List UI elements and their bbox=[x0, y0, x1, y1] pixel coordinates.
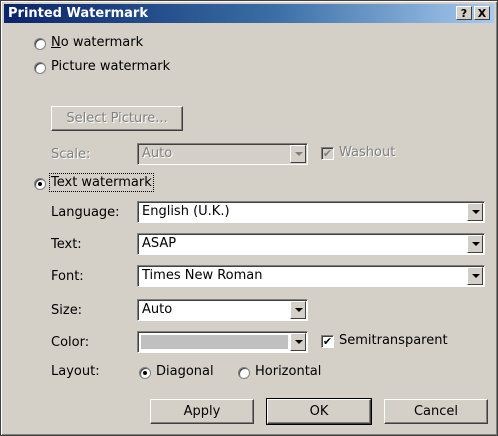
horizontal-radio[interactable] bbox=[238, 367, 250, 379]
window-title: Printed Watermark bbox=[8, 6, 148, 21]
ok-button[interactable]: OK bbox=[266, 398, 372, 425]
semitransparent-label[interactable]: Semitransparent bbox=[339, 333, 448, 348]
close-button[interactable]: X bbox=[474, 6, 490, 20]
no-watermark-radio[interactable] bbox=[34, 38, 46, 50]
language-dropdown[interactable]: English (U.K.) bbox=[137, 201, 485, 223]
font-label: Font: bbox=[51, 269, 84, 284]
text-label: Text: bbox=[51, 237, 82, 252]
scale-label: Scale: bbox=[51, 147, 91, 162]
washout-checkbox[interactable]: ✔ bbox=[321, 147, 334, 160]
size-label: Size: bbox=[51, 303, 83, 318]
text-value: ASAP bbox=[142, 236, 177, 251]
layout-label: Layout: bbox=[51, 364, 100, 379]
text-dropdown[interactable]: ASAP bbox=[137, 233, 485, 255]
font-value: Times New Roman bbox=[142, 268, 263, 283]
no-watermark-label[interactable]: No watermark bbox=[51, 35, 143, 50]
help-button[interactable]: ? bbox=[456, 6, 472, 20]
semitransparent-checkbox[interactable]: ✔ bbox=[321, 335, 334, 348]
no-watermark-label-rest: o watermark bbox=[60, 35, 144, 50]
select-picture-button[interactable]: Select Picture... bbox=[51, 106, 183, 131]
apply-button[interactable]: Apply bbox=[150, 399, 254, 424]
scale-value: Auto bbox=[142, 146, 173, 161]
cancel-button[interactable]: Cancel bbox=[384, 399, 488, 424]
text-watermark-radio[interactable] bbox=[34, 178, 46, 190]
washout-label: Washout bbox=[339, 145, 396, 160]
text-watermark-label[interactable]: Text watermark bbox=[49, 173, 154, 192]
chevron-down-icon[interactable] bbox=[467, 267, 483, 285]
chevron-down-icon[interactable] bbox=[467, 203, 483, 221]
chevron-down-icon[interactable] bbox=[290, 301, 306, 319]
size-value: Auto bbox=[142, 302, 173, 317]
diagonal-label[interactable]: Diagonal bbox=[156, 364, 214, 379]
horizontal-label[interactable]: Horizontal bbox=[255, 364, 321, 379]
diagonal-radio[interactable] bbox=[139, 367, 151, 379]
color-label: Color: bbox=[51, 335, 90, 350]
font-dropdown[interactable]: Times New Roman bbox=[137, 265, 485, 287]
language-label: Language: bbox=[51, 205, 120, 220]
chevron-down-icon[interactable] bbox=[467, 235, 483, 253]
title-bar[interactable]: Printed Watermark ? X bbox=[4, 4, 494, 23]
picture-watermark-label[interactable]: Picture watermark bbox=[51, 59, 170, 74]
picture-watermark-radio[interactable] bbox=[34, 62, 46, 74]
scale-dropdown[interactable]: Auto bbox=[137, 143, 308, 165]
printed-watermark-dialog: Printed Watermark ? X No watermark Pictu… bbox=[0, 0, 498, 436]
chevron-down-icon[interactable] bbox=[290, 333, 306, 351]
no-watermark-label-mnemonic: N bbox=[51, 35, 61, 50]
size-dropdown[interactable]: Auto bbox=[137, 299, 308, 321]
color-dropdown[interactable] bbox=[137, 331, 308, 353]
chevron-down-icon[interactable] bbox=[290, 145, 306, 163]
color-swatch bbox=[141, 335, 288, 349]
language-value: English (U.K.) bbox=[142, 204, 230, 219]
